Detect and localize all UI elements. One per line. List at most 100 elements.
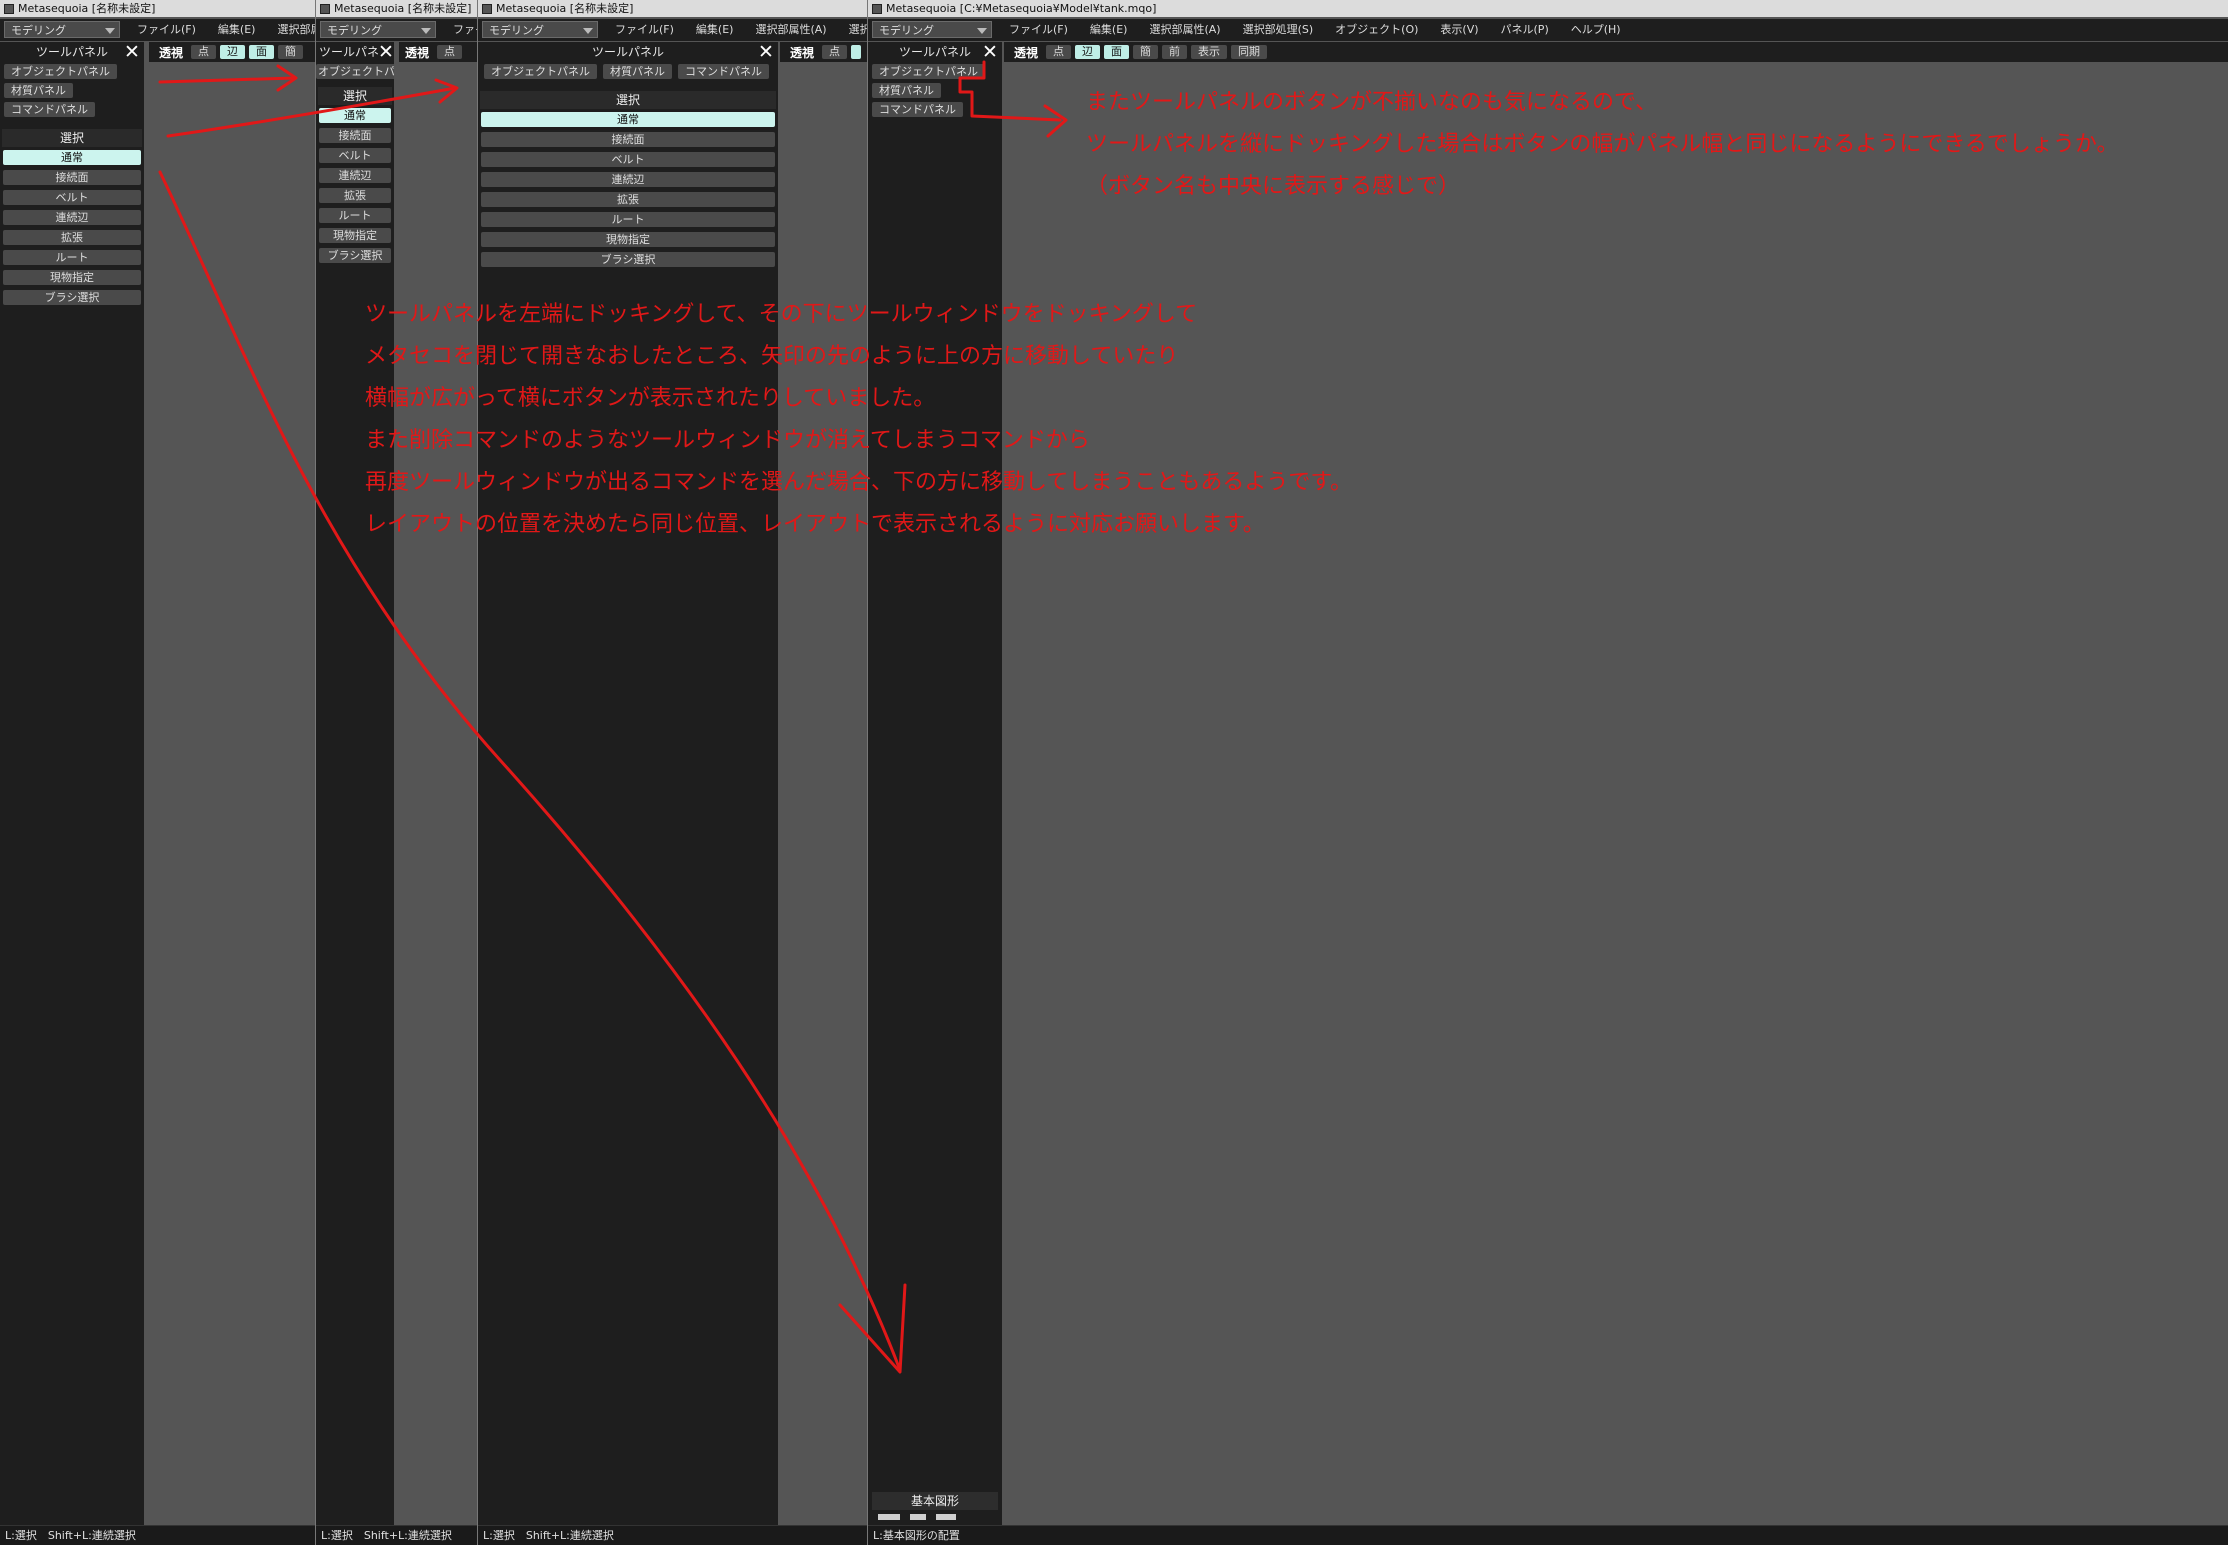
chevron-down-icon: [583, 28, 593, 34]
menu-select-process[interactable]: 選択部処理(S): [1232, 19, 1325, 41]
view-label: 透視: [405, 45, 430, 60]
window-title: Metasequoia [名称未設定]: [496, 2, 634, 15]
tool-expand[interactable]: 拡張: [481, 192, 775, 207]
menu-file[interactable]: ファイル(F): [604, 19, 685, 41]
material-panel-button[interactable]: 材質パネル: [603, 64, 672, 79]
mode-select[interactable]: モデリング: [482, 21, 598, 38]
annotation-line: 横幅が広がって横にボタンが表示されたりしていました。: [365, 386, 936, 411]
menus: ファイル(F) 編集(E) 選択部属性(A): [126, 19, 315, 41]
menu-object[interactable]: オブジェクト(O): [1324, 19, 1429, 41]
panel-header: ツールパネル ✕: [478, 42, 778, 62]
close-icon[interactable]: ✕: [378, 42, 394, 62]
sphere-shape-icon[interactable]: [936, 1514, 956, 1520]
plane-shape-icon[interactable]: [878, 1514, 900, 1520]
window-1: Metasequoia [名称未設定] モデリング ファイル(F) 編集(E) …: [0, 0, 316, 1545]
simple-button[interactable]: 簡: [278, 45, 304, 59]
window-2: Metasequoia [名称未設定] モデリング ファイ ツールパネ✕ オブジ…: [316, 0, 478, 1545]
tool-route[interactable]: ルート: [319, 208, 391, 223]
panel-title: ツールパネル: [898, 45, 971, 59]
menu-help[interactable]: ヘルプ(H): [1560, 19, 1632, 41]
chevron-down-icon: [977, 28, 987, 34]
tool-edge-loop[interactable]: 連続辺: [3, 210, 141, 225]
status-bar: L:基本図形の配置: [868, 1525, 2228, 1545]
tool-specify[interactable]: 現物指定: [3, 270, 141, 285]
app-icon: [872, 4, 882, 14]
tool-expand[interactable]: 拡張: [319, 188, 391, 203]
menu-select-attr[interactable]: 選択部属性(A): [1138, 19, 1231, 41]
menu-view[interactable]: 表示(V): [1429, 19, 1489, 41]
menu-select-process[interactable]: 選択: [838, 19, 867, 41]
command-panel-button[interactable]: コマンドパネル: [678, 64, 769, 79]
tool-connected-face[interactable]: 接続面: [3, 170, 141, 185]
tool-specify[interactable]: 現物指定: [481, 232, 775, 247]
tool-normal[interactable]: 通常: [3, 150, 141, 165]
menu-file[interactable]: ファイル(F): [998, 19, 1079, 41]
annotation-right: またツールパネルのボタンが不揃いなのも気になるので、 ツールパネルを縦にドッキン…: [1086, 82, 2118, 208]
vertex-button[interactable]: 点: [822, 45, 848, 59]
vertex-button[interactable]: 点: [1046, 45, 1072, 59]
tool-belt[interactable]: ベルト: [481, 152, 775, 167]
mode-select[interactable]: モデリング: [4, 21, 120, 38]
close-icon[interactable]: ✕: [982, 42, 998, 62]
app-icon: [482, 4, 492, 14]
object-panel-button[interactable]: オブジェクトパネル: [484, 64, 597, 79]
object-panel-button[interactable]: オブジェクトパネル: [4, 64, 117, 79]
section-title: 選択: [2, 129, 142, 147]
sync-button[interactable]: 同期: [1231, 45, 1268, 59]
tool-specify[interactable]: 現物指定: [319, 228, 391, 243]
display-button[interactable]: 表示: [1191, 45, 1228, 59]
tool-belt[interactable]: ベルト: [3, 190, 141, 205]
status-bar: L:選択 Shift+L:連続選択: [316, 1525, 477, 1545]
menu-file[interactable]: ファイ: [442, 19, 477, 41]
edge-button[interactable]: 辺: [1075, 45, 1101, 59]
menu-edit[interactable]: 編集(E): [685, 19, 745, 41]
app-icon: [4, 4, 14, 14]
window-4: Metasequoia [C:¥Metasequoia¥Model¥tank.m…: [868, 0, 2228, 1545]
annotation-line: レイアウトの位置を決めたら同じ位置、レイアウトで表示されるように対応お願いします…: [365, 512, 1265, 537]
annotation-line: ツールパネルを縦にドッキングした場合はボタンの幅がパネル幅と同じになるようにでき…: [1086, 132, 2119, 157]
chevron-down-icon: [105, 28, 115, 34]
command-panel-button[interactable]: コマンドパネル: [4, 102, 95, 117]
menu-file[interactable]: ファイル(F): [126, 19, 207, 41]
tool-edge-loop[interactable]: 連続辺: [319, 168, 391, 183]
edge-button[interactable]: 辺: [220, 45, 246, 59]
mode-select[interactable]: モデリング: [872, 21, 992, 38]
command-panel-button[interactable]: コマンドパネル: [872, 102, 963, 117]
mode-select[interactable]: モデリング: [320, 21, 436, 38]
front-button[interactable]: 前: [1162, 45, 1188, 59]
tool-normal[interactable]: 通常: [481, 112, 775, 127]
tool-expand[interactable]: 拡張: [3, 230, 141, 245]
close-icon[interactable]: ✕: [124, 42, 140, 62]
close-icon[interactable]: ✕: [758, 42, 774, 62]
material-panel-button[interactable]: 材質パネル: [4, 83, 73, 98]
mode-label: モデリング: [489, 24, 544, 37]
mode-label: モデリング: [11, 24, 66, 37]
menu-edit[interactable]: 編集(E): [207, 19, 267, 41]
tool-brush-select[interactable]: ブラシ選択: [319, 248, 391, 263]
cube-shape-icon[interactable]: [910, 1514, 926, 1520]
tool-route[interactable]: ルート: [3, 250, 141, 265]
tool-belt[interactable]: ベルト: [319, 148, 391, 163]
material-panel-button[interactable]: 材質パネル: [872, 83, 941, 98]
tool-brush-select[interactable]: ブラシ選択: [3, 290, 141, 305]
tool-normal[interactable]: 通常: [319, 108, 391, 123]
tool-edge-loop[interactable]: 連続辺: [481, 172, 775, 187]
face-button[interactable]: 面: [249, 45, 275, 59]
menu-panel[interactable]: パネル(P): [1490, 19, 1560, 41]
edge-button[interactable]: [851, 45, 862, 59]
object-panel-button[interactable]: オブジェクトパネ: [316, 64, 394, 79]
tool-connected-face[interactable]: 接続面: [319, 128, 391, 143]
menu-select-attr[interactable]: 選択部属性(A): [266, 19, 315, 41]
tool-brush-select[interactable]: ブラシ選択: [481, 252, 775, 267]
tool-route[interactable]: ルート: [481, 212, 775, 227]
vertex-button[interactable]: 点: [437, 45, 463, 59]
tool-connected-face[interactable]: 接続面: [481, 132, 775, 147]
vertex-button[interactable]: 点: [191, 45, 217, 59]
menu-edit[interactable]: 編集(E): [1079, 19, 1139, 41]
simple-button[interactable]: 簡: [1133, 45, 1159, 59]
menu-select-attr[interactable]: 選択部属性(A): [744, 19, 837, 41]
face-button[interactable]: 面: [1104, 45, 1130, 59]
app-icon: [320, 4, 330, 14]
panel-title: ツールパネル: [35, 45, 108, 59]
object-panel-button[interactable]: オブジェクトパネル: [872, 64, 985, 79]
